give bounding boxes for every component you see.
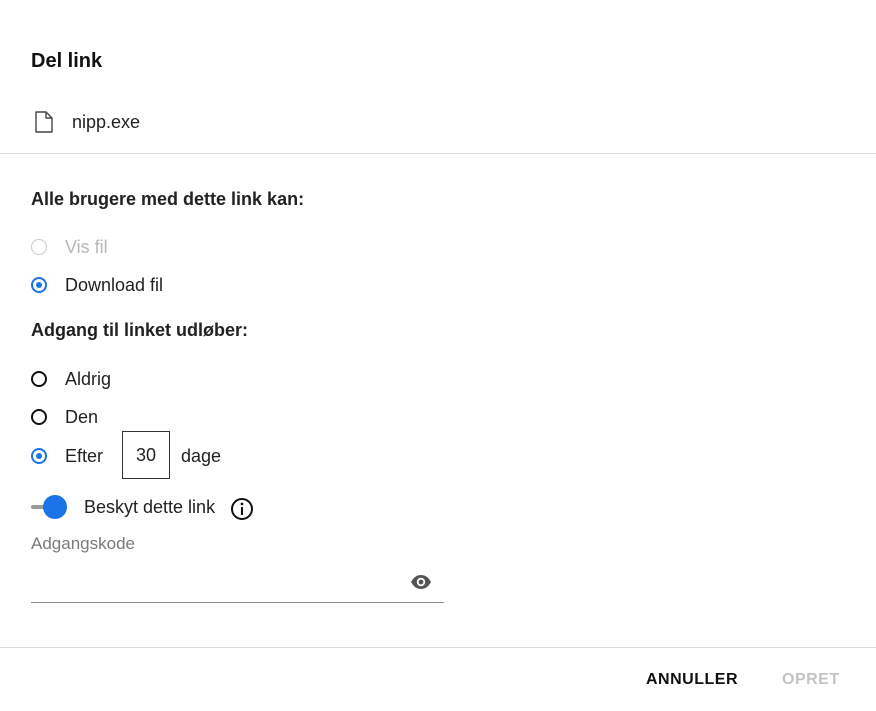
- radio-button[interactable]: [31, 371, 47, 387]
- radio-on-date[interactable]: Den: [31, 405, 98, 429]
- days-input[interactable]: 30: [122, 431, 170, 479]
- file-name: nipp.exe: [72, 111, 141, 132]
- file-icon: [34, 111, 54, 133]
- days-unit-label: dage: [181, 446, 222, 466]
- file-row: nipp.exe: [34, 110, 140, 134]
- radio-label: Den: [65, 406, 99, 427]
- dialog-title: Del link: [31, 50, 103, 72]
- cancel-button[interactable]: ANNULLER: [646, 671, 738, 689]
- radio-button[interactable]: [31, 409, 47, 425]
- footer-divider: [0, 647, 876, 648]
- password-label: Adgangskode: [31, 534, 135, 553]
- expiry-label: Adgang til linket udløber:: [31, 320, 248, 340]
- radio-label: Aldrig: [65, 368, 112, 389]
- radio-label: Efter: [65, 445, 104, 466]
- radio-download-file[interactable]: Download fil: [31, 273, 163, 297]
- protect-link-toggle[interactable]: [31, 495, 67, 519]
- radio-button[interactable]: [31, 448, 47, 464]
- permissions-label: Alle brugere med dette link kan:: [31, 189, 305, 209]
- radio-never[interactable]: Aldrig: [31, 367, 111, 391]
- radio-after-days[interactable]: Efter: [31, 444, 103, 468]
- radio-button[interactable]: [31, 277, 47, 293]
- radio-view-file: Vis fil: [31, 235, 108, 259]
- eye-icon[interactable]: [410, 573, 432, 596]
- info-icon[interactable]: [230, 497, 254, 526]
- share-link-dialog: Del link nipp.exe Alle brugere med dette…: [0, 0, 876, 711]
- toggle-knob: [43, 495, 67, 519]
- protect-link-label: Beskyt dette link: [84, 497, 216, 517]
- header-divider: [0, 153, 876, 154]
- radio-label: Download fil: [65, 274, 164, 295]
- create-button: OPRET: [782, 671, 840, 688]
- password-input[interactable]: [31, 566, 444, 603]
- radio-button: [31, 239, 47, 255]
- radio-label: Vis fil: [65, 236, 108, 257]
